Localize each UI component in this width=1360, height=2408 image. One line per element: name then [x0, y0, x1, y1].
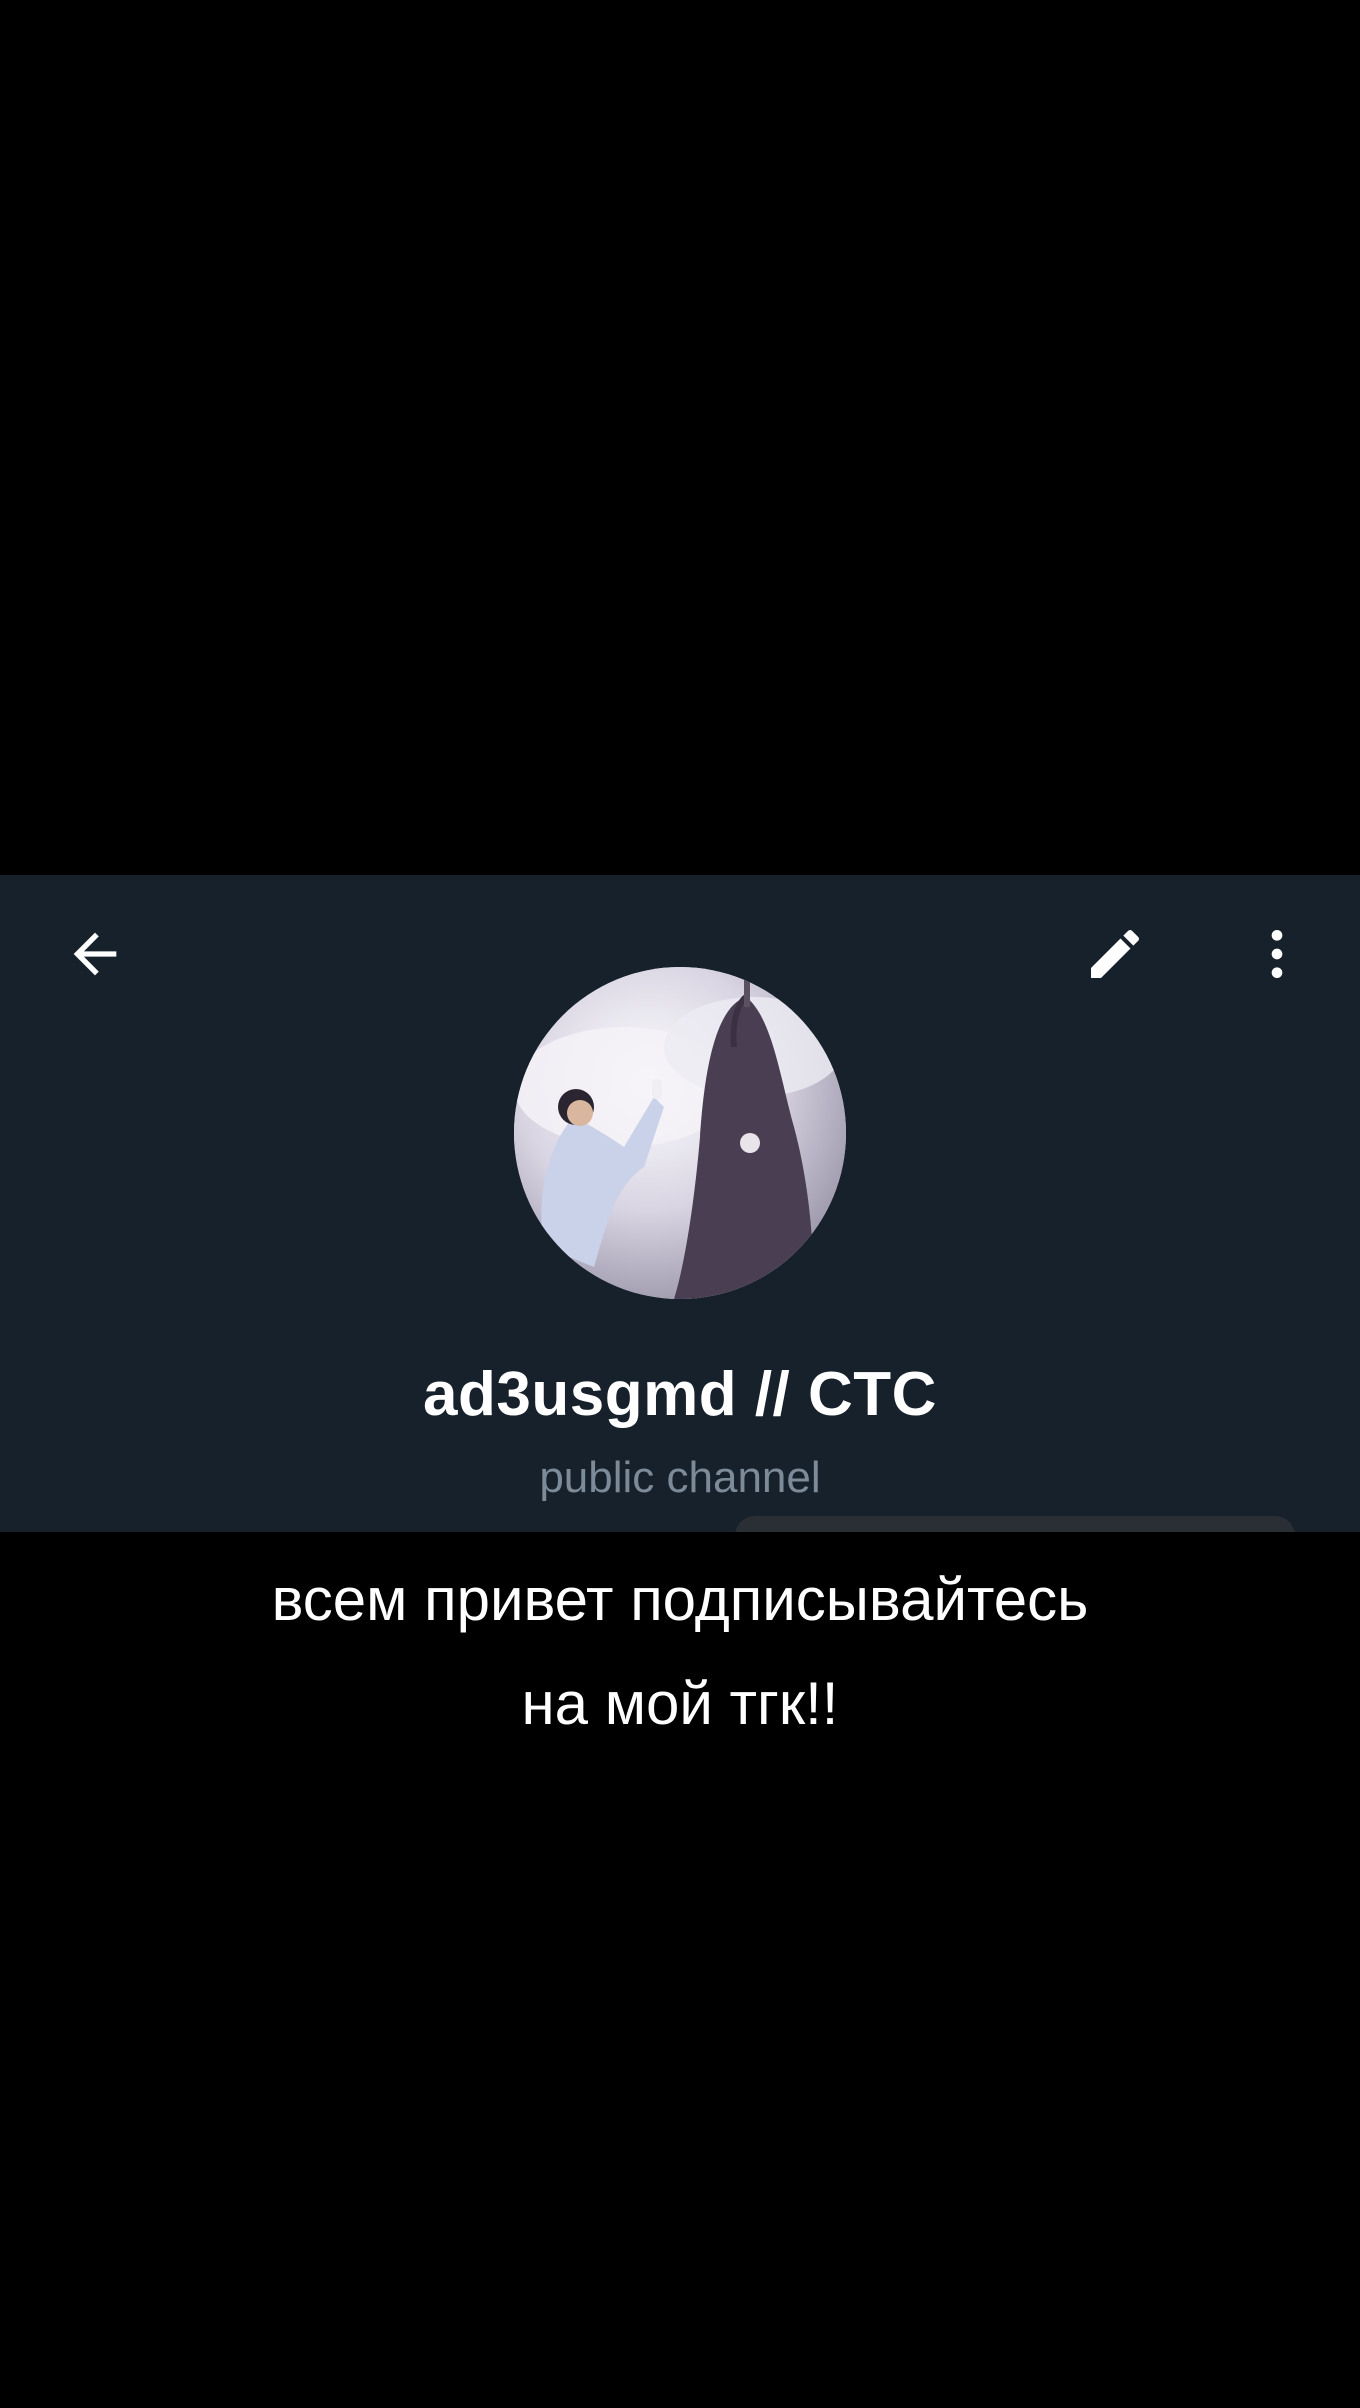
edit-button[interactable]: [1060, 899, 1170, 1009]
more-vertical-icon: [1271, 930, 1283, 978]
arrow-left-icon: [73, 932, 117, 976]
channel-avatar[interactable]: [514, 967, 846, 1299]
back-button[interactable]: [40, 899, 150, 1009]
video-caption: всем привет подписывайтесь на мой тгк!!: [0, 1548, 1360, 1756]
channel-type-label: public channel: [539, 1453, 821, 1502]
more-options-button[interactable]: [1222, 899, 1332, 1009]
avatar-image: [514, 967, 846, 1299]
partially-visible-element: [735, 1516, 1295, 1532]
channel-title: ad3usgmd // CTC: [423, 1360, 937, 1429]
video-letterbox-top: [0, 0, 1360, 875]
channel-profile-header: ad3usgmd // CTC public channel: [0, 875, 1360, 1532]
pencil-icon: [1091, 929, 1140, 978]
caption-line-2: на мой тгк!!: [521, 1670, 839, 1737]
caption-line-1: всем привет подписывайтесь: [271, 1566, 1089, 1633]
